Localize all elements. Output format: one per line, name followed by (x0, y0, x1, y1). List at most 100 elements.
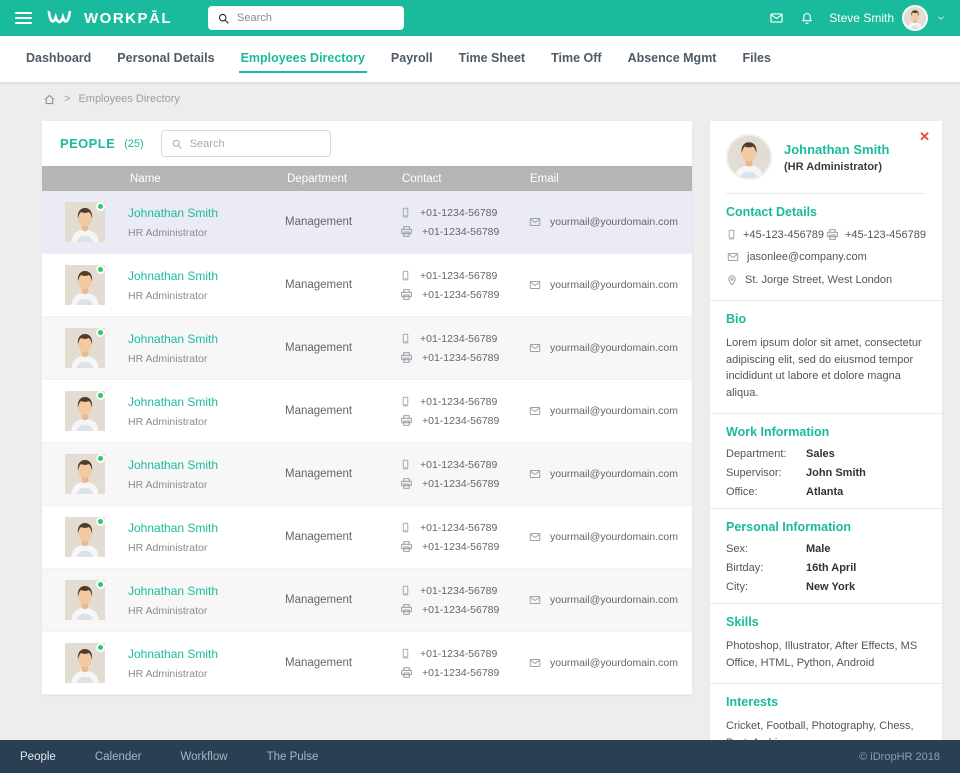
envelope-icon (528, 279, 542, 291)
employee-name-link[interactable]: Johnathan Smith (128, 269, 285, 283)
employee-email: yourmail@yourdomain.com (550, 468, 678, 480)
employee-fax: +01-1234-56789 (422, 225, 500, 238)
footer-link[interactable]: The Pulse (267, 751, 319, 763)
employee-name-link[interactable]: Johnathan Smith (128, 647, 285, 661)
fax-icon (400, 351, 413, 364)
employee-name-link[interactable]: Johnathan Smith (128, 395, 285, 409)
employee-department: Management (285, 594, 353, 606)
employee-name-link[interactable]: Johnathan Smith (128, 332, 285, 346)
info-row: City: New York (726, 581, 856, 593)
profile-fax: +45-123-456789 (844, 228, 926, 241)
footer-link[interactable]: Calender (95, 751, 142, 763)
search-icon (171, 138, 183, 150)
table-header: Name Department Contact Email (42, 166, 692, 191)
employee-name-link[interactable]: Johnathan Smith (128, 584, 285, 598)
mobile-phone-icon (726, 228, 737, 241)
skills-text: Photoshop, Illustrator, After Effects, M… (726, 640, 918, 669)
user-menu[interactable]: Steve Smith (829, 5, 946, 31)
divider (710, 413, 942, 414)
employee-phone: +01-1234-56789 (420, 269, 498, 282)
employee-name-link[interactable]: Johnathan Smith (128, 458, 285, 472)
breadcrumb-separator: > (64, 93, 71, 105)
top-bar: WORKPĀL Steve Smith (0, 0, 960, 36)
employee-department: Management (285, 657, 353, 669)
employee-avatar (65, 517, 105, 557)
mobile-phone-icon (400, 395, 411, 408)
employee-row[interactable]: Johnathan Smith HR Administrator Managem… (42, 569, 692, 632)
main-content: PEOPLE (25) Name Department Contact Email (0, 116, 960, 767)
envelope-icon (528, 405, 542, 417)
employee-row[interactable]: Johnathan Smith HR Administrator Managem… (42, 506, 692, 569)
contact-details-heading: Contact Details (726, 205, 817, 219)
search-icon (217, 12, 230, 25)
bio-text: Lorem ipsum dolor sit amet, consectetur … (726, 337, 922, 399)
employee-department: Management (285, 342, 353, 354)
employee-avatar (65, 265, 105, 305)
employee-email: yourmail@yourdomain.com (550, 342, 678, 354)
employee-email: yourmail@yourdomain.com (550, 405, 678, 417)
column-header: Contact (402, 172, 442, 185)
footer-link[interactable]: Workflow (180, 751, 227, 763)
interests-heading: Interests (726, 695, 779, 709)
nav-tab[interactable]: Time Off (549, 46, 603, 73)
employee-phone: +01-1234-56789 (420, 584, 498, 597)
nav-tab[interactable]: Dashboard (24, 46, 93, 73)
close-icon[interactable]: ✕ (919, 130, 930, 143)
footer-link[interactable]: People (20, 751, 56, 763)
employee-role: HR Administrator (128, 352, 208, 365)
footer-links: People Calender Workflow The Pulse (20, 751, 318, 763)
envelope-icon (528, 216, 542, 228)
nav-tab[interactable]: Files (740, 46, 773, 73)
brand-logo[interactable]: WORKPĀL (46, 7, 172, 29)
employee-phone: +01-1234-56789 (420, 521, 498, 534)
messages-icon[interactable] (768, 11, 785, 25)
employee-phone: +01-1234-56789 (420, 458, 498, 471)
nav-tab[interactable]: Employees Directory (238, 46, 367, 73)
fax-icon (400, 603, 413, 616)
employee-row[interactable]: Johnathan Smith HR Administrator Managem… (42, 191, 692, 254)
bio-heading: Bio (726, 312, 747, 326)
employee-name-link[interactable]: Johnathan Smith (128, 521, 285, 535)
people-search-input[interactable] (189, 137, 321, 150)
mobile-phone-icon (400, 458, 411, 471)
personal-info-fields: Sex: Male Birtday: 16th April City: New … (726, 543, 926, 593)
info-row: Supervisor: John Smith (726, 467, 866, 479)
envelope-icon (528, 531, 542, 543)
people-card: PEOPLE (25) Name Department Contact Email (42, 121, 692, 695)
location-pin-icon (726, 273, 738, 287)
profile-address: St. Jorge Street, West London (745, 274, 893, 286)
profile-phone: +45-123-456789 (743, 228, 825, 241)
people-search (160, 130, 331, 157)
people-header: PEOPLE (25) (42, 121, 692, 166)
user-avatar (902, 5, 928, 31)
info-row: Sex: Male (726, 543, 831, 555)
mobile-phone-icon (400, 206, 411, 219)
employee-row[interactable]: Johnathan Smith HR Administrator Managem… (42, 443, 692, 506)
divider (710, 603, 942, 604)
employee-row[interactable]: Johnathan Smith HR Administrator Managem… (42, 380, 692, 443)
nav-tab[interactable]: Time Sheet (457, 46, 527, 73)
nav-tab[interactable]: Personal Details (115, 46, 216, 73)
global-search-input[interactable] (237, 12, 395, 24)
notifications-bell-icon[interactable] (800, 11, 814, 26)
envelope-icon (528, 468, 542, 480)
employee-avatar (65, 391, 105, 431)
employee-role: HR Administrator (128, 667, 208, 680)
employee-role: HR Administrator (128, 541, 208, 554)
people-count: (25) (124, 137, 144, 150)
column-header: Name (130, 172, 161, 185)
employee-row[interactable]: Johnathan Smith HR Administrator Managem… (42, 632, 692, 695)
employee-row[interactable]: Johnathan Smith HR Administrator Managem… (42, 317, 692, 380)
employee-name-link[interactable]: Johnathan Smith (128, 206, 285, 220)
nav-tab[interactable]: Absence Mgmt (626, 46, 719, 73)
home-icon[interactable] (43, 93, 56, 106)
main-nav: Dashboard Personal Details Employees Direc… (0, 36, 960, 82)
online-status-dot (96, 643, 105, 652)
employee-department: Management (285, 279, 353, 291)
online-status-dot (96, 580, 105, 589)
employee-row[interactable]: Johnathan Smith HR Administrator Managem… (42, 254, 692, 317)
fax-icon (400, 414, 413, 427)
menu-toggle-icon[interactable] (0, 0, 46, 36)
mobile-phone-icon (400, 332, 411, 345)
nav-tab[interactable]: Payroll (389, 46, 435, 73)
